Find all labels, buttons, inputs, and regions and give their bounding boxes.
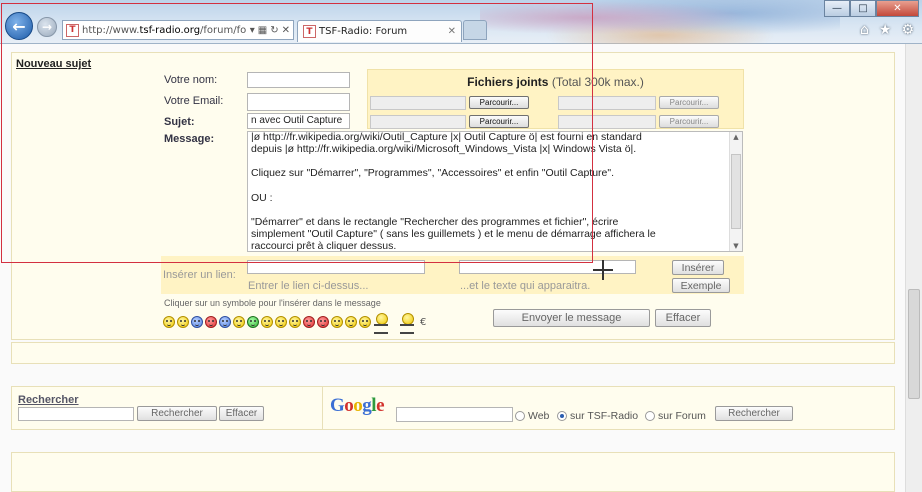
radio-tsf-dot[interactable] — [557, 411, 567, 421]
radio-forum-dot[interactable] — [645, 411, 655, 421]
page-scroll-thumb[interactable] — [908, 289, 920, 399]
smiley-icon[interactable] — [247, 316, 259, 328]
browse-button-1[interactable]: Parcourir... — [469, 96, 529, 109]
browser-tab[interactable]: T TSF-Radio: Forum ✕ — [297, 20, 462, 42]
smiley-bar: € — [163, 313, 426, 334]
file-input-3[interactable] — [370, 115, 466, 129]
smiley-icon[interactable] — [205, 316, 217, 328]
link-text-hint: ...et le texte qui apparaitra. — [460, 280, 591, 292]
radio-tsf[interactable]: sur TSF-Radio — [557, 410, 638, 422]
radio-web-dot[interactable] — [515, 411, 525, 421]
smiley-icon[interactable] — [163, 316, 175, 328]
message-text[interactable]: |ø http://fr.wikipedia.org/wiki/Outil_Ca… — [251, 132, 721, 251]
smiley-icon[interactable] — [331, 316, 343, 328]
new-tab-button[interactable] — [463, 20, 487, 40]
file-input-2[interactable] — [558, 96, 656, 110]
back-arrow-icon[interactable]: ← — [5, 12, 33, 40]
tab-favicon-icon: T — [303, 25, 316, 38]
address-url[interactable]: http://www.tsf-radio.org/forum/fo — [82, 25, 247, 36]
favorites-star-icon[interactable]: ★ — [879, 22, 892, 38]
clear-message-button[interactable]: Effacer — [655, 309, 711, 327]
browser-chrome: ← → T http://www.tsf-radio.org/forum/fo … — [0, 0, 922, 44]
smiley-icon[interactable] — [317, 316, 329, 328]
google-logo: Google — [330, 395, 384, 416]
forward-arrow-icon[interactable]: → — [37, 17, 57, 37]
google-search-input[interactable] — [396, 407, 513, 422]
window-close-icon[interactable]: ✕ — [876, 0, 919, 17]
site-search-button[interactable]: Rechercher — [137, 406, 217, 421]
link-url-hint: Entrer le lien ci-dessus... — [248, 280, 369, 292]
browse-button-3[interactable]: Parcourir... — [469, 115, 529, 128]
compatibility-view-icon[interactable]: ▦ — [258, 25, 267, 36]
dancing-smiley-icon[interactable] — [399, 313, 415, 334]
name-input[interactable] — [247, 72, 350, 88]
attachments-panel: Fichiers joints (Total 300k max.) Parcou… — [367, 69, 744, 129]
smiley-icon[interactable] — [303, 316, 315, 328]
refresh-icon[interactable]: ↻ — [270, 25, 278, 36]
bottom-panel — [11, 452, 895, 492]
page-scrollbar[interactable] — [905, 44, 922, 492]
minimize-icon[interactable]: — — [824, 0, 850, 17]
address-bar[interactable]: T http://www.tsf-radio.org/forum/fo ▾ ▦ … — [62, 20, 294, 40]
smiley-icon[interactable] — [289, 316, 301, 328]
euro-symbol-icon[interactable]: € — [420, 317, 426, 328]
insert-link-button[interactable]: Insérer — [672, 260, 724, 275]
search-heading[interactable]: Rechercher — [18, 394, 79, 406]
smiley-icon[interactable] — [219, 316, 231, 328]
site-search-clear-button[interactable]: Effacer — [219, 406, 264, 421]
browse-button-2[interactable]: Parcourir... — [659, 96, 719, 109]
file-input-4[interactable] — [558, 115, 656, 129]
subject-label: Sujet: — [164, 116, 195, 128]
smiley-icon[interactable] — [275, 316, 287, 328]
search-divider — [322, 386, 323, 430]
scroll-up-icon[interactable]: ▲ — [730, 133, 742, 141]
message-scrollbar[interactable]: ▲ ▼ — [729, 132, 742, 251]
dancing-smiley-icon[interactable] — [373, 313, 389, 334]
smiley-icon[interactable] — [359, 316, 371, 328]
tab-title: TSF-Radio: Forum — [319, 26, 408, 37]
radio-forum[interactable]: sur Forum — [645, 410, 706, 422]
maximize-icon[interactable]: □ — [850, 0, 876, 17]
site-search-input[interactable] — [18, 407, 134, 421]
window-background-art — [480, 0, 840, 44]
google-search-button[interactable]: Rechercher — [715, 406, 793, 421]
home-icon[interactable]: ⌂ — [860, 22, 869, 38]
file-input-1[interactable] — [370, 96, 466, 110]
gear-icon[interactable]: ⚙ — [901, 22, 914, 38]
name-label: Votre nom: — [164, 74, 218, 86]
smiley-icon[interactable] — [345, 316, 357, 328]
attachments-title: Fichiers joints (Total 300k max.) — [467, 75, 644, 89]
smiley-hint: Cliquer sur un symbole pour l'insérer da… — [164, 298, 381, 308]
email-label: Votre Email: — [164, 95, 224, 107]
message-label: Message: — [164, 133, 215, 145]
insert-link-label: Insérer un lien: — [163, 269, 236, 281]
send-message-button[interactable]: Envoyer le message — [493, 309, 650, 327]
site-favicon-icon: T — [66, 23, 79, 37]
stop-icon[interactable]: ✕ — [282, 25, 290, 36]
subject-input[interactable]: n avec Outil Capture — [247, 113, 350, 129]
smiley-icon[interactable] — [233, 316, 245, 328]
smiley-icon[interactable] — [177, 316, 189, 328]
message-scroll-thumb[interactable] — [731, 154, 741, 229]
tab-close-icon[interactable]: ✕ — [448, 26, 456, 37]
crosshair-cursor-icon — [593, 260, 613, 280]
example-button[interactable]: Exemple — [672, 278, 730, 293]
email-input[interactable] — [247, 93, 350, 111]
smiley-icon[interactable] — [191, 316, 203, 328]
message-textarea[interactable]: |ø http://fr.wikipedia.org/wiki/Outil_Ca… — [247, 131, 743, 252]
browse-button-4[interactable]: Parcourir... — [659, 115, 719, 128]
dropdown-arrow-icon[interactable]: ▾ — [250, 25, 255, 36]
smiley-icon[interactable] — [261, 316, 273, 328]
scroll-down-icon[interactable]: ▼ — [730, 242, 742, 250]
new-topic-heading[interactable]: Nouveau sujet — [16, 58, 91, 70]
separator-strip — [11, 342, 895, 364]
radio-web[interactable]: Web — [515, 410, 549, 422]
link-url-input[interactable] — [247, 260, 425, 274]
